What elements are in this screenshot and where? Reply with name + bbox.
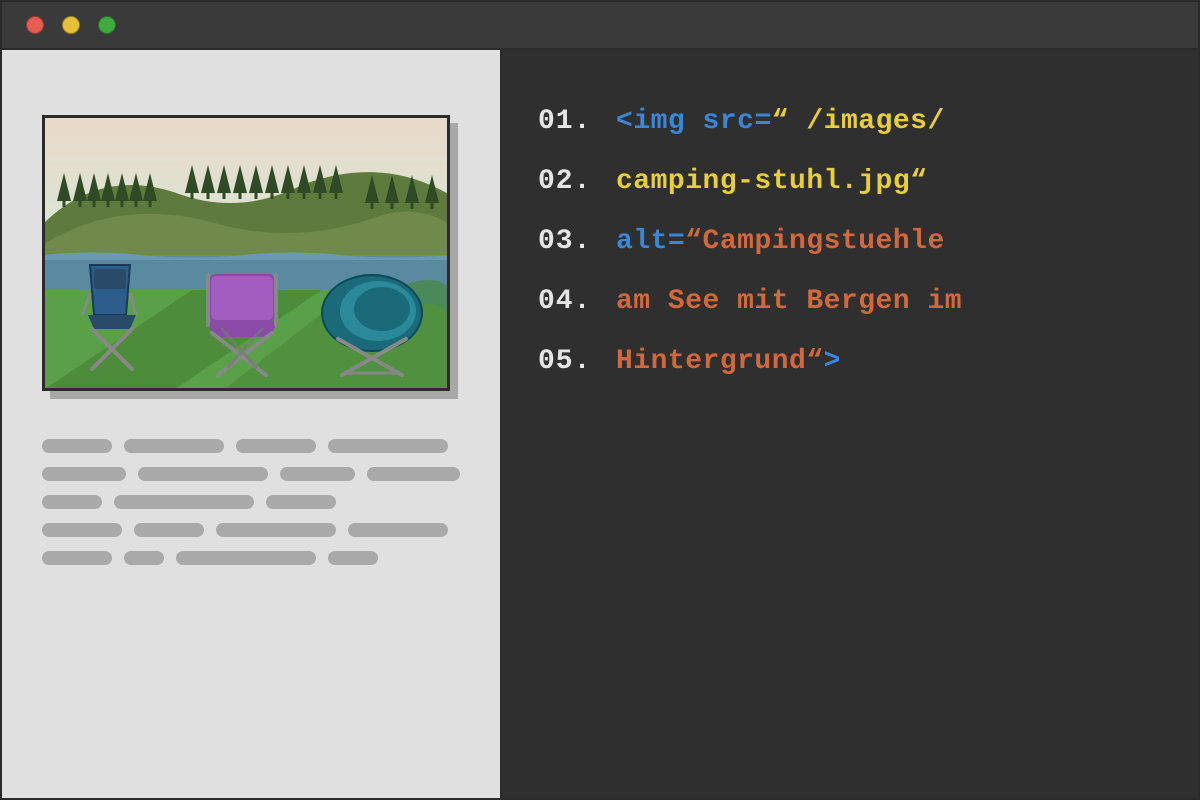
code-text: camping-stuhl.jpg“ bbox=[616, 168, 927, 196]
line-number: 05. bbox=[538, 348, 616, 376]
code-text: am See mit Bergen im bbox=[616, 288, 962, 316]
placeholder-line bbox=[42, 551, 460, 565]
minimize-icon[interactable] bbox=[62, 16, 80, 34]
code-line: 04.am See mit Bergen im bbox=[502, 288, 1198, 316]
code-line: 05.Hintergrund“> bbox=[502, 348, 1198, 376]
close-icon[interactable] bbox=[26, 16, 44, 34]
line-number: 03. bbox=[538, 228, 616, 256]
camping-image bbox=[42, 115, 450, 391]
line-number: 04. bbox=[538, 288, 616, 316]
code-line: 02.camping-stuhl.jpg“ bbox=[502, 168, 1198, 196]
line-number: 02. bbox=[538, 168, 616, 196]
placeholder-line bbox=[42, 439, 460, 453]
placeholder-line bbox=[42, 467, 460, 481]
placeholder-line bbox=[42, 495, 460, 509]
preview-pane bbox=[2, 50, 500, 798]
camping-scene-illustration bbox=[42, 115, 450, 391]
placeholder-line bbox=[42, 523, 460, 537]
line-number: 01. bbox=[538, 108, 616, 136]
code-text: alt=“Campingstuehle bbox=[616, 228, 945, 256]
code-line: 01.<img src=“ /images/ bbox=[502, 108, 1198, 136]
code-pane: 01.<img src=“ /images/02.camping-stuhl.j… bbox=[500, 50, 1198, 798]
titlebar bbox=[2, 2, 1198, 50]
code-text: <img src=“ /images/ bbox=[616, 108, 945, 136]
code-text: Hintergrund“> bbox=[616, 348, 841, 376]
code-line: 03.alt=“Campingstuehle bbox=[502, 228, 1198, 256]
placeholder-text bbox=[42, 439, 460, 565]
maximize-icon[interactable] bbox=[98, 16, 116, 34]
app-window: 01.<img src=“ /images/02.camping-stuhl.j… bbox=[0, 0, 1200, 800]
content-area: 01.<img src=“ /images/02.camping-stuhl.j… bbox=[2, 50, 1198, 798]
